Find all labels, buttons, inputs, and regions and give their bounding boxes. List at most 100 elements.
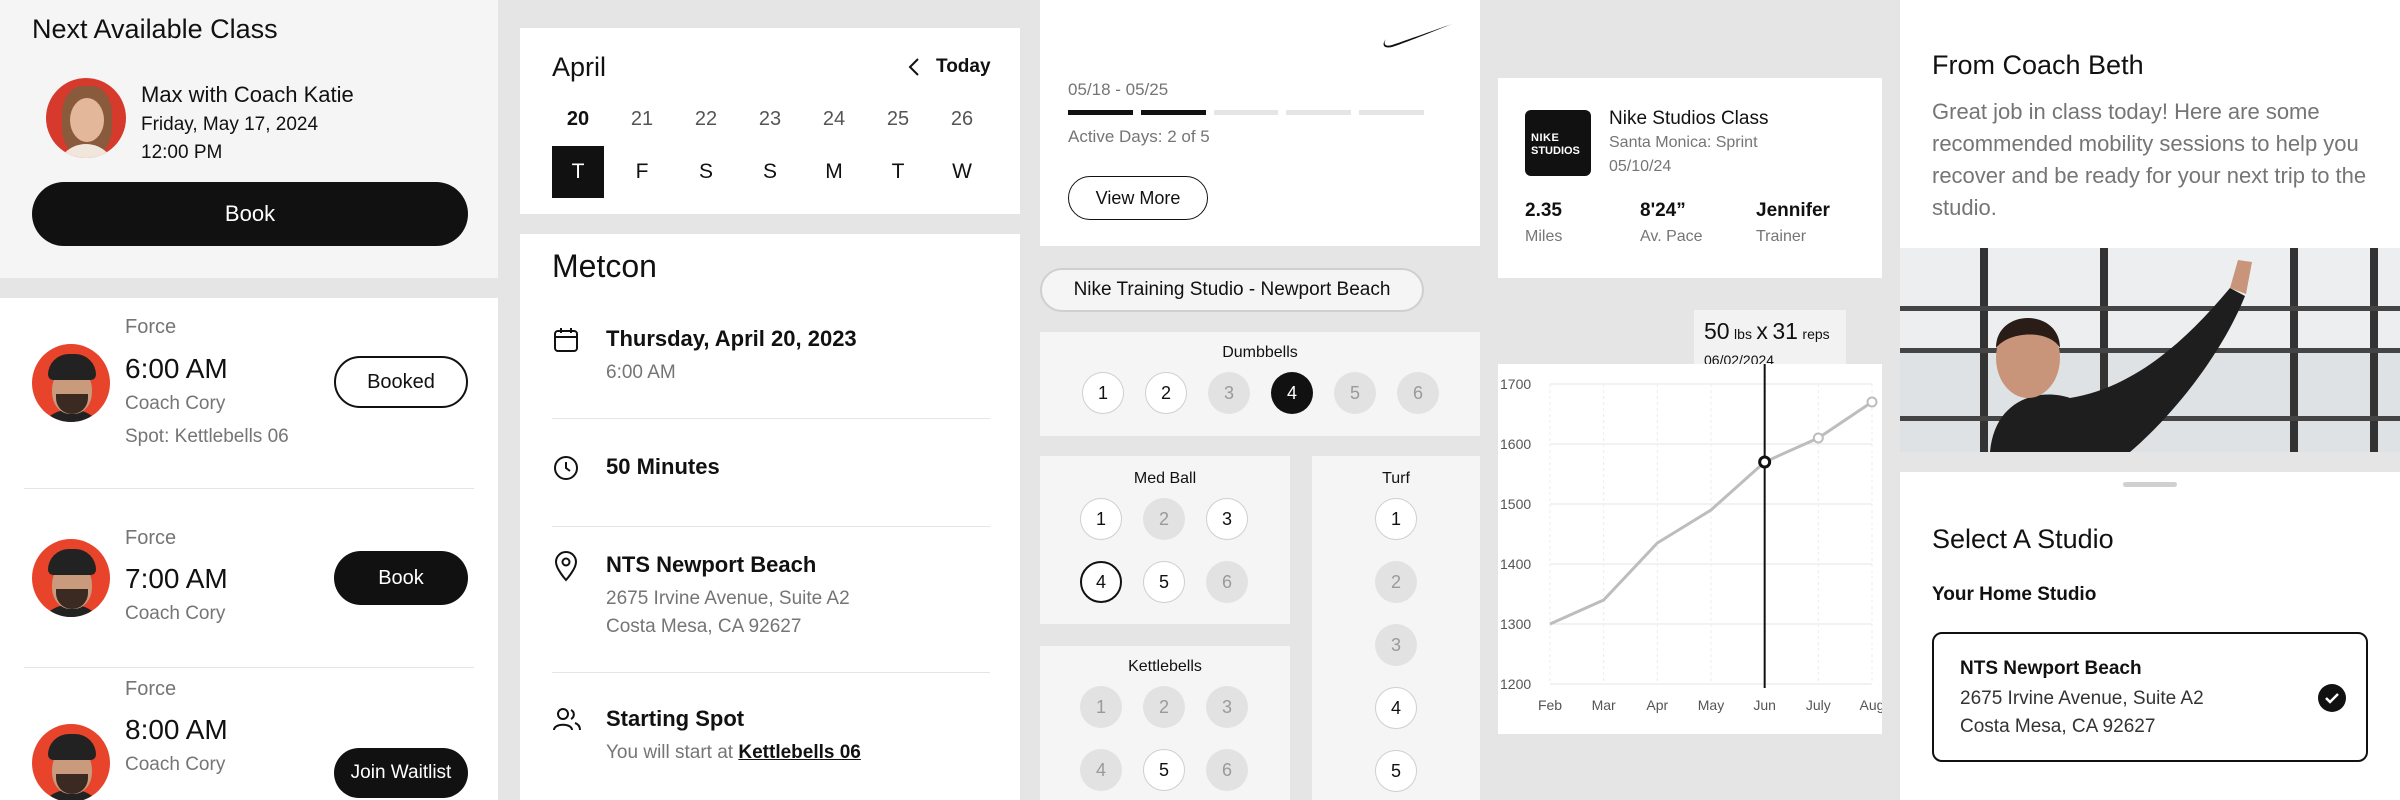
spot-button[interactable]: 4 bbox=[1080, 561, 1122, 603]
list-item[interactable]: Force 7:00 AM Coach Cory Book bbox=[0, 489, 498, 667]
metcon-title: Metcon bbox=[552, 248, 657, 284]
studio-option[interactable]: NTS Newport Beach 2675 Irvine Avenue, Su… bbox=[1932, 632, 2368, 762]
y-tick-label: 1500 bbox=[1500, 496, 1531, 512]
spot-button: 2 bbox=[1375, 561, 1417, 603]
class-time: 7:00 AM bbox=[125, 563, 228, 594]
spot-button: 6 bbox=[1206, 749, 1248, 791]
calendar-date[interactable]: 23 bbox=[744, 108, 796, 131]
coach-cory-avatar bbox=[32, 344, 110, 422]
calendar-date[interactable]: 21 bbox=[616, 108, 668, 131]
chevron-left-icon[interactable] bbox=[904, 56, 926, 78]
streak-card: 05/18 - 05/25 Active Days: 2 of 5 View M… bbox=[1040, 0, 1480, 246]
nike-swoosh-icon bbox=[1382, 22, 1454, 52]
home-studio-label: Your Home Studio bbox=[1932, 584, 2097, 605]
x-tick-label: July bbox=[1806, 697, 1831, 713]
y-tick-label: 1300 bbox=[1500, 616, 1531, 632]
spot-button[interactable]: 3 bbox=[1206, 498, 1248, 540]
calendar-weekday[interactable]: M bbox=[808, 146, 860, 198]
calendar-date[interactable]: 25 bbox=[872, 108, 924, 131]
tooltip-weight-unit: lbs bbox=[1734, 326, 1752, 342]
coach-note-title: From Coach Beth bbox=[1932, 50, 2144, 80]
class-spot: Spot: Kettlebells 06 bbox=[125, 426, 289, 447]
class-list: Force 6:00 AM Coach Cory Spot: Kettlebel… bbox=[0, 298, 498, 800]
class-coach: Coach Cory bbox=[125, 603, 226, 624]
class-time: 6:00 AM bbox=[125, 353, 228, 384]
spot-button[interactable]: 4 bbox=[1375, 687, 1417, 729]
spot-button[interactable]: 5 bbox=[1143, 561, 1185, 603]
view-more-button[interactable]: View More bbox=[1068, 176, 1208, 220]
dumbbells-section: Dumbbells 123456 bbox=[1040, 332, 1480, 436]
calendar-date[interactable]: 20 bbox=[552, 108, 604, 131]
spot-button: 5 bbox=[1334, 372, 1376, 414]
logo-line2: STUDIOS bbox=[1531, 145, 1580, 157]
next-class-time: 12:00 PM bbox=[141, 142, 223, 163]
calendar-weekday[interactable]: T bbox=[872, 146, 924, 198]
list-item[interactable]: Force 6:00 AM Coach Cory Spot: Kettlebel… bbox=[0, 298, 498, 488]
x-tick-label: Feb bbox=[1538, 697, 1562, 713]
spot-button[interactable]: 1 bbox=[1375, 498, 1417, 540]
today-button[interactable]: Today bbox=[936, 56, 991, 78]
y-tick-label: 1200 bbox=[1500, 676, 1531, 692]
class-type: Force bbox=[125, 316, 177, 338]
list-item[interactable]: Force 8:00 AM Coach Cory Join Waitlist bbox=[0, 668, 498, 800]
calendar-date[interactable]: 26 bbox=[936, 108, 988, 131]
join-waitlist-button[interactable]: Join Waitlist bbox=[334, 748, 468, 798]
spot-button[interactable]: 4 bbox=[1271, 372, 1313, 414]
book-button[interactable]: Book bbox=[334, 551, 468, 605]
calendar-weekday[interactable]: W bbox=[936, 146, 988, 198]
streak-segment bbox=[1068, 110, 1133, 115]
select-studio-sheet: Select A Studio Your Home Studio NTS New… bbox=[1900, 472, 2400, 800]
kettlebells-section: Kettlebells 123 456 bbox=[1040, 646, 1290, 800]
sheet-handle[interactable] bbox=[2123, 482, 2177, 487]
starting-spot-text: You will start at Kettlebells 06 bbox=[606, 742, 861, 764]
spot-button[interactable]: 2 bbox=[1145, 372, 1187, 414]
calendar-weekday[interactable]: T bbox=[552, 146, 604, 198]
coach-note-card: From Coach Beth Great job in class today… bbox=[1900, 0, 2400, 452]
x-tick-label: Aug bbox=[1860, 697, 1882, 713]
x-tick-label: May bbox=[1698, 697, 1724, 713]
spot-button[interactable]: 1 bbox=[1082, 372, 1124, 414]
spot-link[interactable]: Kettlebells 06 bbox=[738, 742, 861, 763]
calendar-weekday[interactable]: S bbox=[680, 146, 732, 198]
summary-subtitle: Santa Monica: Sprint bbox=[1609, 134, 1758, 151]
medball-section: Med Ball 123 456 bbox=[1040, 456, 1290, 624]
tooltip-reps: 31 bbox=[1772, 318, 1798, 344]
select-studio-title: Select A Studio bbox=[1932, 524, 2114, 554]
data-point bbox=[1812, 432, 1824, 444]
y-tick-label: 1400 bbox=[1500, 556, 1531, 572]
book-button[interactable]: Book bbox=[32, 182, 468, 246]
address-line1: 2675 Irvine Avenue, Suite A2 bbox=[606, 588, 850, 609]
class-type: Force bbox=[125, 678, 177, 700]
class-time: 8:00 AM bbox=[125, 714, 228, 745]
tooltip-reps-unit: reps bbox=[1802, 326, 1830, 342]
stat-label: Trainer bbox=[1756, 228, 1807, 245]
clock-icon bbox=[552, 454, 580, 482]
booked-button[interactable]: Booked bbox=[334, 356, 468, 408]
studio-chip[interactable]: Nike Training Studio - Newport Beach bbox=[1040, 268, 1424, 312]
nike-studios-logo: NIKE STUDIOS bbox=[1525, 110, 1591, 176]
calendar-month: April bbox=[552, 52, 607, 82]
coach-cory-avatar bbox=[32, 724, 110, 800]
calendar-weekday[interactable]: F bbox=[616, 146, 668, 198]
medball-label: Med Ball bbox=[1133, 470, 1197, 487]
coach-avatar bbox=[46, 78, 126, 158]
active-days: Active Days: 2 of 5 bbox=[1068, 127, 1210, 146]
class-summary-card: NIKE STUDIOS Nike Studios Class Santa Mo… bbox=[1498, 78, 1882, 278]
calendar-date[interactable]: 22 bbox=[680, 108, 732, 131]
y-tick-label: 1600 bbox=[1500, 436, 1531, 452]
calendar-weekday[interactable]: S bbox=[744, 146, 796, 198]
studio-option-name: NTS Newport Beach bbox=[1960, 658, 2142, 679]
spot-button[interactable]: 5 bbox=[1375, 750, 1417, 792]
spot-button: 6 bbox=[1397, 372, 1439, 414]
metcon-time: 6:00 AM bbox=[606, 362, 676, 383]
spot-button[interactable]: 5 bbox=[1143, 749, 1185, 791]
address-line2: Costa Mesa, CA 92627 bbox=[606, 616, 802, 637]
stat-value: 8'24” bbox=[1640, 200, 1686, 221]
class-coach: Coach Cory bbox=[125, 754, 226, 775]
starting-spot-title: Starting Spot bbox=[606, 706, 745, 731]
streak-progress bbox=[1068, 110, 1464, 115]
spot-button[interactable]: 1 bbox=[1080, 498, 1122, 540]
calendar-date[interactable]: 24 bbox=[808, 108, 860, 131]
next-class-name: Max with Coach Katie bbox=[141, 82, 354, 107]
progress-line-chart[interactable]: 1700 1600 1500 1400 1300 1200 Feb Mar Apr May Jun J… bbox=[1498, 364, 1882, 734]
